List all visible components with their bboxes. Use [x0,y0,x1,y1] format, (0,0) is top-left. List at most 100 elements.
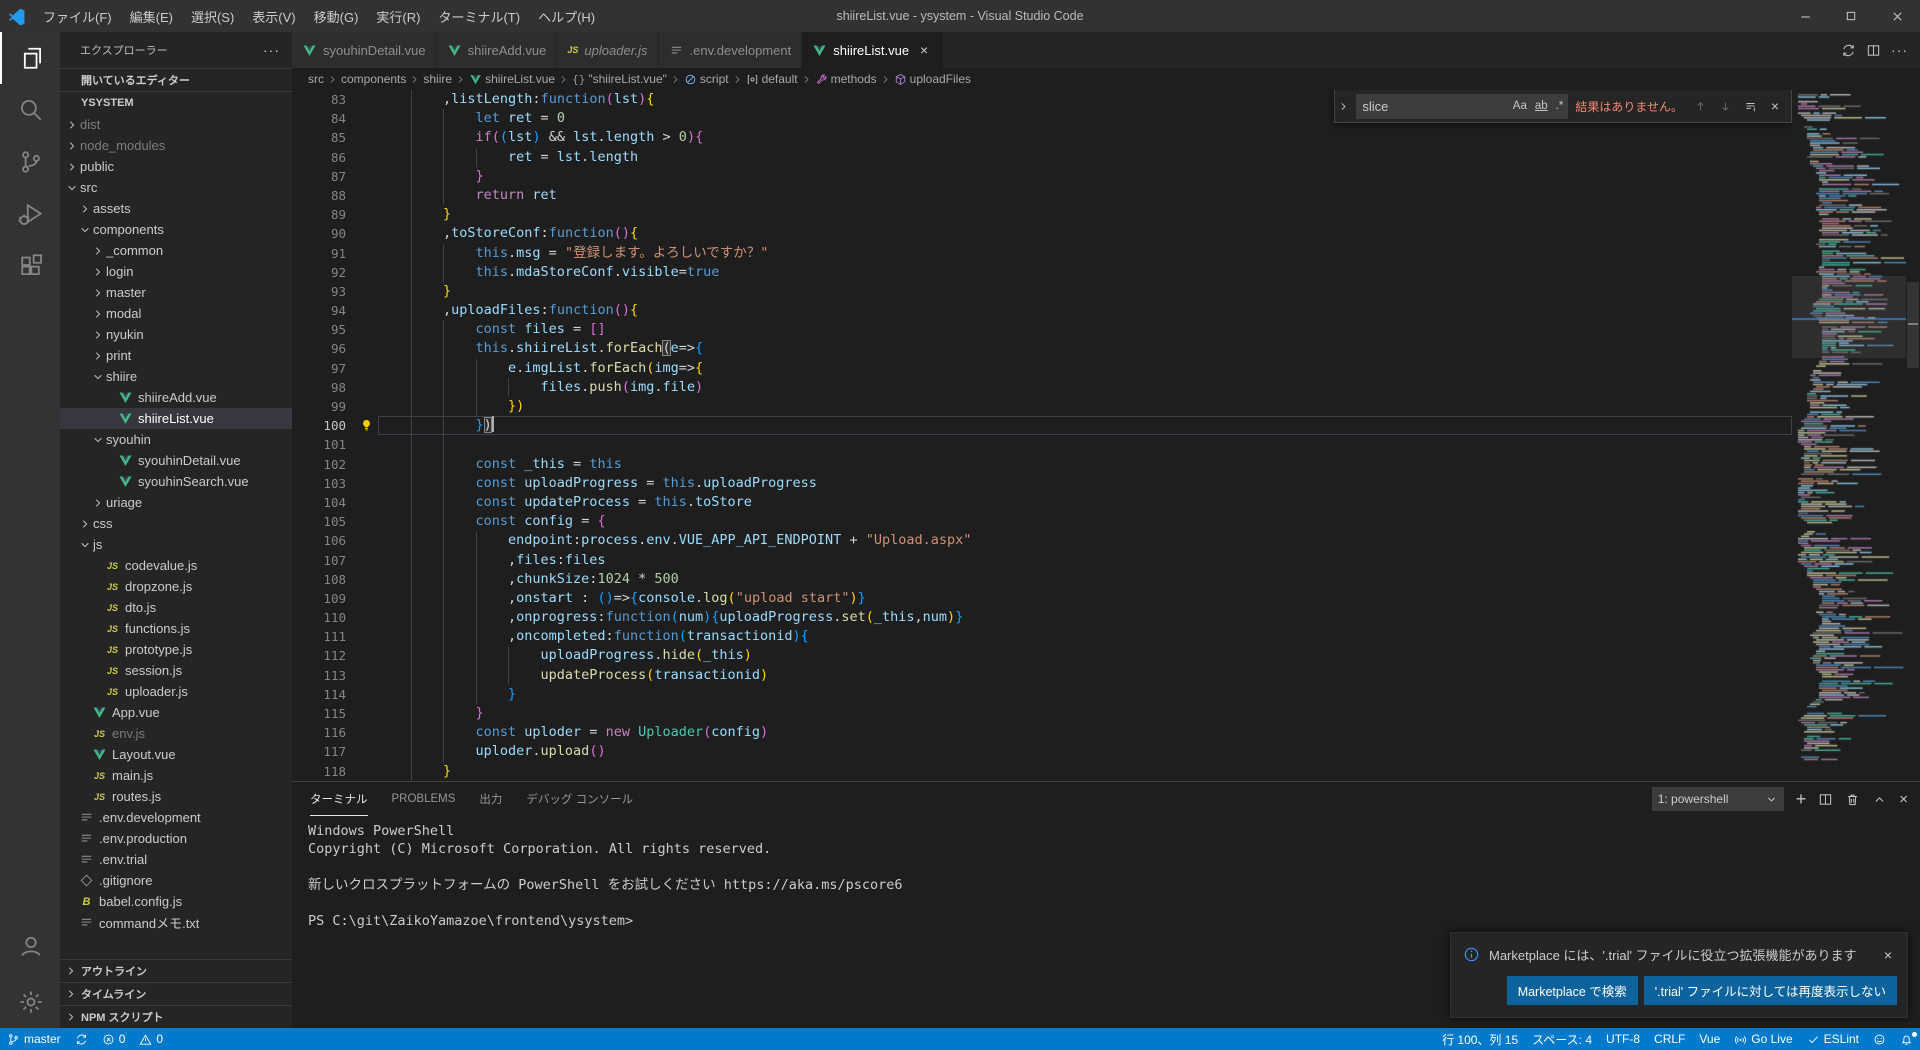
root-folder-section[interactable]: YSYSTEM [60,91,292,114]
close-panel-icon[interactable]: × [1899,792,1908,807]
tree-item-.gitignore[interactable]: .gitignore [60,870,292,891]
activity-settings-gear[interactable] [0,976,60,1028]
code-line-101[interactable]: 101 [292,435,1792,454]
terminal-shell-select[interactable]: 1: powershell [1652,787,1784,811]
tree-item-functions.js[interactable]: JSfunctions.js [60,618,292,639]
tree-item-modal[interactable]: modal [60,303,292,324]
language-mode[interactable]: Vue [1692,1028,1727,1050]
code-line-106[interactable]: 106 endpoint:process.env.VUE_APP_API_END… [292,531,1792,550]
close-tab-icon[interactable]: × [915,41,933,59]
breadcrumb-shiire[interactable]: shiire [423,72,452,86]
code-line-100[interactable]: 100 }) [292,416,1792,435]
activity-account[interactable] [0,920,60,972]
code-line-85[interactable]: 85 if((lst) && lst.length > 0){ [292,128,1792,147]
code-line-107[interactable]: 107 ,files:files [292,551,1792,570]
tree-item-shiire[interactable]: shiire [60,366,292,387]
tree-item-login[interactable]: login [60,261,292,282]
cursor-position[interactable]: 行 100、列 15 [1435,1028,1525,1050]
breadcrumb-src[interactable]: src [308,72,324,86]
code-line-95[interactable]: 95 const files = [] [292,320,1792,339]
tree-item-_common[interactable]: _common [60,240,292,261]
breadcrumb-shiireList.vue[interactable]: shiireList.vue [469,72,555,86]
tree-item-assets[interactable]: assets [60,198,292,219]
editor-scrollbar[interactable] [1906,90,1920,781]
menu-item-4[interactable]: 移動(G) [305,0,368,32]
tab-.env.development[interactable]: .env.development [659,32,803,68]
tree-item-babel.config.js[interactable]: Bbabel.config.js [60,891,292,912]
tree-item-js[interactable]: js [60,534,292,555]
tree-item-src[interactable]: src [60,177,292,198]
tree-item-syouhinSearch.vue[interactable]: syouhinSearch.vue [60,471,292,492]
minimap-slider[interactable] [1792,276,1906,358]
tree-item-env.js[interactable]: JSenv.js [60,723,292,744]
tree-item-dropzone.js[interactable]: JSdropzone.js [60,576,292,597]
tree-item-.env.trial[interactable]: .env.trial [60,849,292,870]
code-line-92[interactable]: 92 this.mdaStoreConf.visible=true [292,263,1792,282]
tree-item-prototype.js[interactable]: JSprototype.js [60,639,292,660]
activity-run-debug[interactable] [0,188,60,240]
tree-item-codevalue.js[interactable]: JScodevalue.js [60,555,292,576]
code-line-86[interactable]: 86 ret = lst.length [292,148,1792,167]
tree-item-dist[interactable]: dist [60,114,292,135]
tree-item-main.js[interactable]: JSmain.js [60,765,292,786]
code-line-97[interactable]: 97 e.imgList.forEach(img=>{ [292,359,1792,378]
eslint[interactable]: ESLint [1800,1028,1866,1050]
explorer-more-actions-icon[interactable]: ··· [263,42,280,58]
close-find-icon[interactable]: × [1765,96,1785,116]
tree-item-uriage[interactable]: uriage [60,492,292,513]
code-line-112[interactable]: 112 uploadProgress.hide(_this) [292,646,1792,665]
tree-item-components[interactable]: components [60,219,292,240]
close-notification-icon[interactable]: × [1879,947,1897,963]
feedback[interactable] [1866,1028,1893,1050]
split-editor-icon[interactable] [1866,43,1881,58]
maximize-panel-icon[interactable] [1872,792,1887,807]
minimize-button[interactable] [1782,0,1828,32]
regex-toggle[interactable]: .* [1553,99,1567,113]
breadcrumb-script[interactable]: script [684,72,729,86]
minimap[interactable] [1792,90,1906,781]
split-terminal-icon[interactable] [1818,792,1833,807]
menu-item-1[interactable]: 編集(E) [121,0,182,32]
code-line-111[interactable]: 111 ,oncompleted:function(transactionid)… [292,627,1792,646]
code-line-115[interactable]: 115 } [292,704,1792,723]
tree-item-node_modules[interactable]: node_modules [60,135,292,156]
go-live[interactable]: Go Live [1727,1028,1799,1050]
match-case-toggle[interactable]: Aa [1510,99,1530,113]
menu-item-2[interactable]: 選択(S) [182,0,243,32]
code-line-91[interactable]: 91 this.msg = "登録します。よろしいですか？" [292,244,1792,263]
code-line-88[interactable]: 88 return ret [292,186,1792,205]
sidebar-section-0[interactable]: アウトライン [60,959,292,982]
find-input[interactable] [1362,99,1507,114]
menu-item-3[interactable]: 表示(V) [243,0,304,32]
activity-source-control[interactable] [0,136,60,188]
code-line-110[interactable]: 110 ,onprogress:function(num){uploadProg… [292,608,1792,627]
breadcrumb-components[interactable]: components [341,72,406,86]
toggle-replace-icon[interactable] [1337,90,1351,123]
menu-item-5[interactable]: 実行(R) [367,0,429,32]
tree-item-css[interactable]: css [60,513,292,534]
tab-shiireAdd.vue[interactable]: shiireAdd.vue [437,32,558,68]
tree-item-syouhin[interactable]: syouhin [60,429,292,450]
code-line-89[interactable]: 89 } [292,205,1792,224]
sync-status[interactable] [68,1028,95,1050]
eol[interactable]: CRLF [1647,1028,1692,1050]
code-line-96[interactable]: 96 this.shiireList.forEach(e=>{ [292,339,1792,358]
breadcrumb-shiireList.vue[interactable]: {}"shiireList.vue" [572,72,667,86]
tree-item-dto.js[interactable]: JSdto.js [60,597,292,618]
tree-item-nyukin[interactable]: nyukin [60,324,292,345]
tree-item-.env.development[interactable]: .env.development [60,807,292,828]
tree-item-commandメモ.txt[interactable]: commandメモ.txt [60,912,292,933]
menu-item-6[interactable]: ターミナル(T) [429,0,529,32]
notifications-bell[interactable] [1893,1028,1920,1050]
activity-files[interactable] [0,32,60,84]
errors-count[interactable]: 0 [95,1028,133,1050]
tree-item-session.js[interactable]: JSsession.js [60,660,292,681]
code-line-94[interactable]: 94 ,uploadFiles:function(){ [292,301,1792,320]
code-line-109[interactable]: 109 ,onstart : ()=>{console.log("upload … [292,589,1792,608]
tab-syouhinDetail.vue[interactable]: syouhinDetail.vue [292,32,437,68]
tree-item-shiireList.vue[interactable]: shiireList.vue [60,408,292,429]
code-line-87[interactable]: 87 } [292,167,1792,186]
find-in-selection-icon[interactable] [1740,96,1760,116]
code-line-93[interactable]: 93 } [292,282,1792,301]
code-line-116[interactable]: 116 const uploder = new Uploader(config) [292,723,1792,742]
